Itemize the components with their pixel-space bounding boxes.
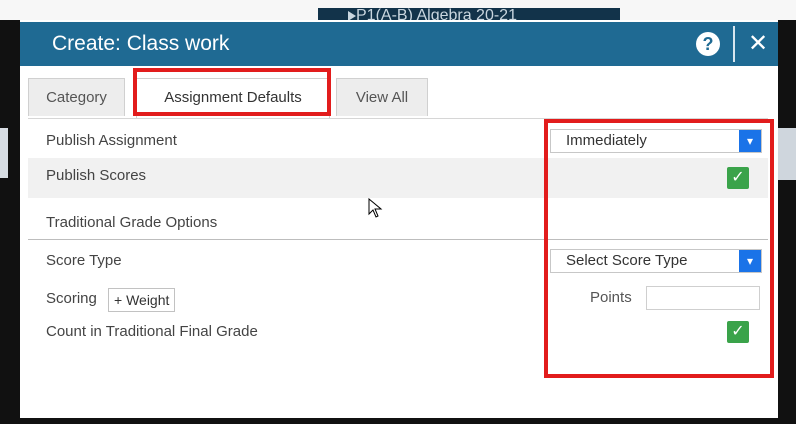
checkmark-icon: ✓ (731, 169, 745, 186)
tab-category[interactable]: Category (28, 78, 125, 116)
publish-scores-label: Publish Scores (46, 167, 147, 184)
mouse-cursor-icon (368, 198, 383, 218)
left-edge-strip (0, 128, 8, 178)
tab-bar: Category Assignment Defaults View All (28, 78, 768, 119)
help-icon[interactable]: ? (696, 32, 720, 56)
traditional-grade-options-heading: Traditional Grade Options (46, 214, 218, 231)
add-weight-button[interactable]: + Weight (108, 288, 176, 312)
points-label: Points (590, 289, 632, 306)
chevron-down-icon: ▾ (739, 250, 761, 272)
scoring-label: Scoring (46, 290, 97, 307)
score-type-value: Select Score Type (566, 252, 688, 269)
count-in-final-grade-label: Count in Traditional Final Grade (46, 323, 258, 340)
header-divider (733, 26, 735, 62)
chevron-down-icon: ▾ (739, 130, 761, 152)
right-edge-strip (776, 128, 796, 180)
count-in-final-grade-checkbox[interactable]: ✓ (727, 321, 749, 343)
score-type-select[interactable]: Select Score Type ▾ (550, 249, 762, 273)
background-left-edge (0, 20, 20, 424)
tab-view-all[interactable]: View All (336, 78, 428, 116)
create-classwork-modal: Create: Class work ? ✕ Category Assignme… (20, 20, 778, 418)
background-bottom-edge (0, 418, 796, 424)
publish-assignment-select[interactable]: Immediately ▾ (550, 129, 762, 153)
score-type-label: Score Type (46, 252, 122, 269)
points-input[interactable] (646, 286, 760, 310)
tab-assignment-defaults[interactable]: Assignment Defaults (136, 78, 330, 118)
close-icon[interactable]: ✕ (746, 32, 770, 56)
section-divider (28, 239, 768, 240)
publish-assignment-value: Immediately (566, 132, 647, 149)
modal-title: Create: Class work (52, 32, 230, 55)
checkmark-icon: ✓ (731, 323, 745, 340)
publish-scores-checkbox[interactable]: ✓ (727, 167, 749, 189)
modal-header: Create: Class work ? ✕ (20, 22, 778, 66)
publish-assignment-label: Publish Assignment (46, 132, 177, 149)
background-right-edge (776, 20, 796, 424)
